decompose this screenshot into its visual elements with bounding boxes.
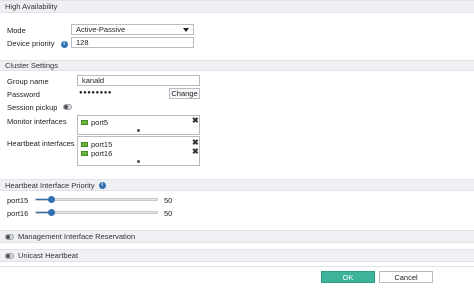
- heartbeat-item: port16: [81, 149, 112, 158]
- section-unicast-heartbeat: Unicast Heartbeat: [0, 249, 474, 262]
- remove-icon[interactable]: ✖: [192, 148, 199, 156]
- monitor-interfaces-label: Monitor interfaces: [7, 117, 67, 126]
- monitor-item-label: port5: [91, 118, 109, 127]
- password-value: ●●●●●●●●: [79, 90, 112, 96]
- remove-icon[interactable]: ✖: [192, 117, 199, 125]
- ok-button[interactable]: OK: [321, 271, 375, 283]
- section-high-availability: High Availability: [0, 0, 474, 13]
- device-priority-value: 128: [76, 38, 89, 47]
- toggle-icon: [6, 234, 10, 239]
- unicast-heartbeat-toggle[interactable]: [5, 252, 14, 259]
- add-item-icon[interactable]: [137, 129, 140, 132]
- monitor-item: port5: [81, 118, 108, 127]
- heartbeat-item-label: port16: [91, 149, 113, 158]
- device-priority-label: Device priority i: [7, 39, 68, 48]
- slider-thumb[interactable]: [47, 209, 55, 216]
- priority-slider[interactable]: [35, 209, 158, 216]
- management-reservation-toggle[interactable]: [5, 233, 14, 240]
- heartbeat-item: port15: [81, 140, 112, 149]
- priority-slider[interactable]: [35, 196, 158, 203]
- section-cluster-settings: Cluster Settings: [0, 60, 474, 71]
- mode-value: Active-Passive: [76, 25, 126, 34]
- priority-port-label: port16: [7, 209, 29, 218]
- group-name-value: kanald: [82, 76, 105, 85]
- group-name-input[interactable]: kanald: [77, 75, 200, 86]
- session-pickup-toggle[interactable]: [63, 104, 72, 110]
- add-item-icon[interactable]: [137, 160, 140, 163]
- heartbeat-interfaces-box[interactable]: port15 ✖ port16 ✖: [77, 136, 200, 166]
- mode-select[interactable]: Active-Passive: [71, 24, 194, 35]
- change-password-button[interactable]: Change: [169, 88, 200, 99]
- section-management-reservation: Management Interface Reservation: [0, 230, 474, 243]
- group-name-label: Group name: [7, 77, 49, 86]
- section-title: Management Interface Reservation: [18, 232, 136, 241]
- password-label: Password: [7, 90, 40, 99]
- device-priority-input[interactable]: 128: [71, 37, 194, 48]
- priority-port-label: port15: [7, 196, 29, 205]
- chevron-down-icon: [183, 28, 189, 32]
- section-title: Cluster Settings: [5, 61, 58, 70]
- heartbeat-item-label: port15: [91, 140, 113, 149]
- toggle-icon: [6, 253, 10, 258]
- remove-icon[interactable]: ✖: [192, 139, 199, 147]
- priority-value: 50: [164, 209, 173, 218]
- info-icon[interactable]: i: [60, 40, 68, 48]
- monitor-interfaces-box[interactable]: port5 ✖: [77, 115, 200, 135]
- session-pickup-label: Session pickup: [7, 103, 58, 112]
- priority-value: 50: [164, 196, 173, 205]
- section-title: Unicast Heartbeat: [18, 251, 79, 260]
- device-priority-text: Device priority: [7, 39, 55, 48]
- port-icon: [81, 120, 88, 125]
- cancel-button[interactable]: Cancel: [379, 271, 433, 283]
- heartbeat-interfaces-label: Heartbeat interfaces: [7, 139, 75, 148]
- section-heartbeat-priority: Heartbeat Interface Priority i: [0, 179, 474, 191]
- dialog-footer: OK Cancel: [0, 266, 474, 289]
- toggle-icon: [64, 105, 68, 109]
- mode-label: Mode: [7, 26, 26, 35]
- info-icon[interactable]: i: [98, 181, 106, 189]
- port-icon: [81, 151, 88, 156]
- section-title: Heartbeat Interface Priority: [5, 180, 95, 190]
- section-title: High Availability: [5, 2, 58, 11]
- slider-thumb[interactable]: [47, 196, 55, 203]
- port-icon: [81, 142, 88, 147]
